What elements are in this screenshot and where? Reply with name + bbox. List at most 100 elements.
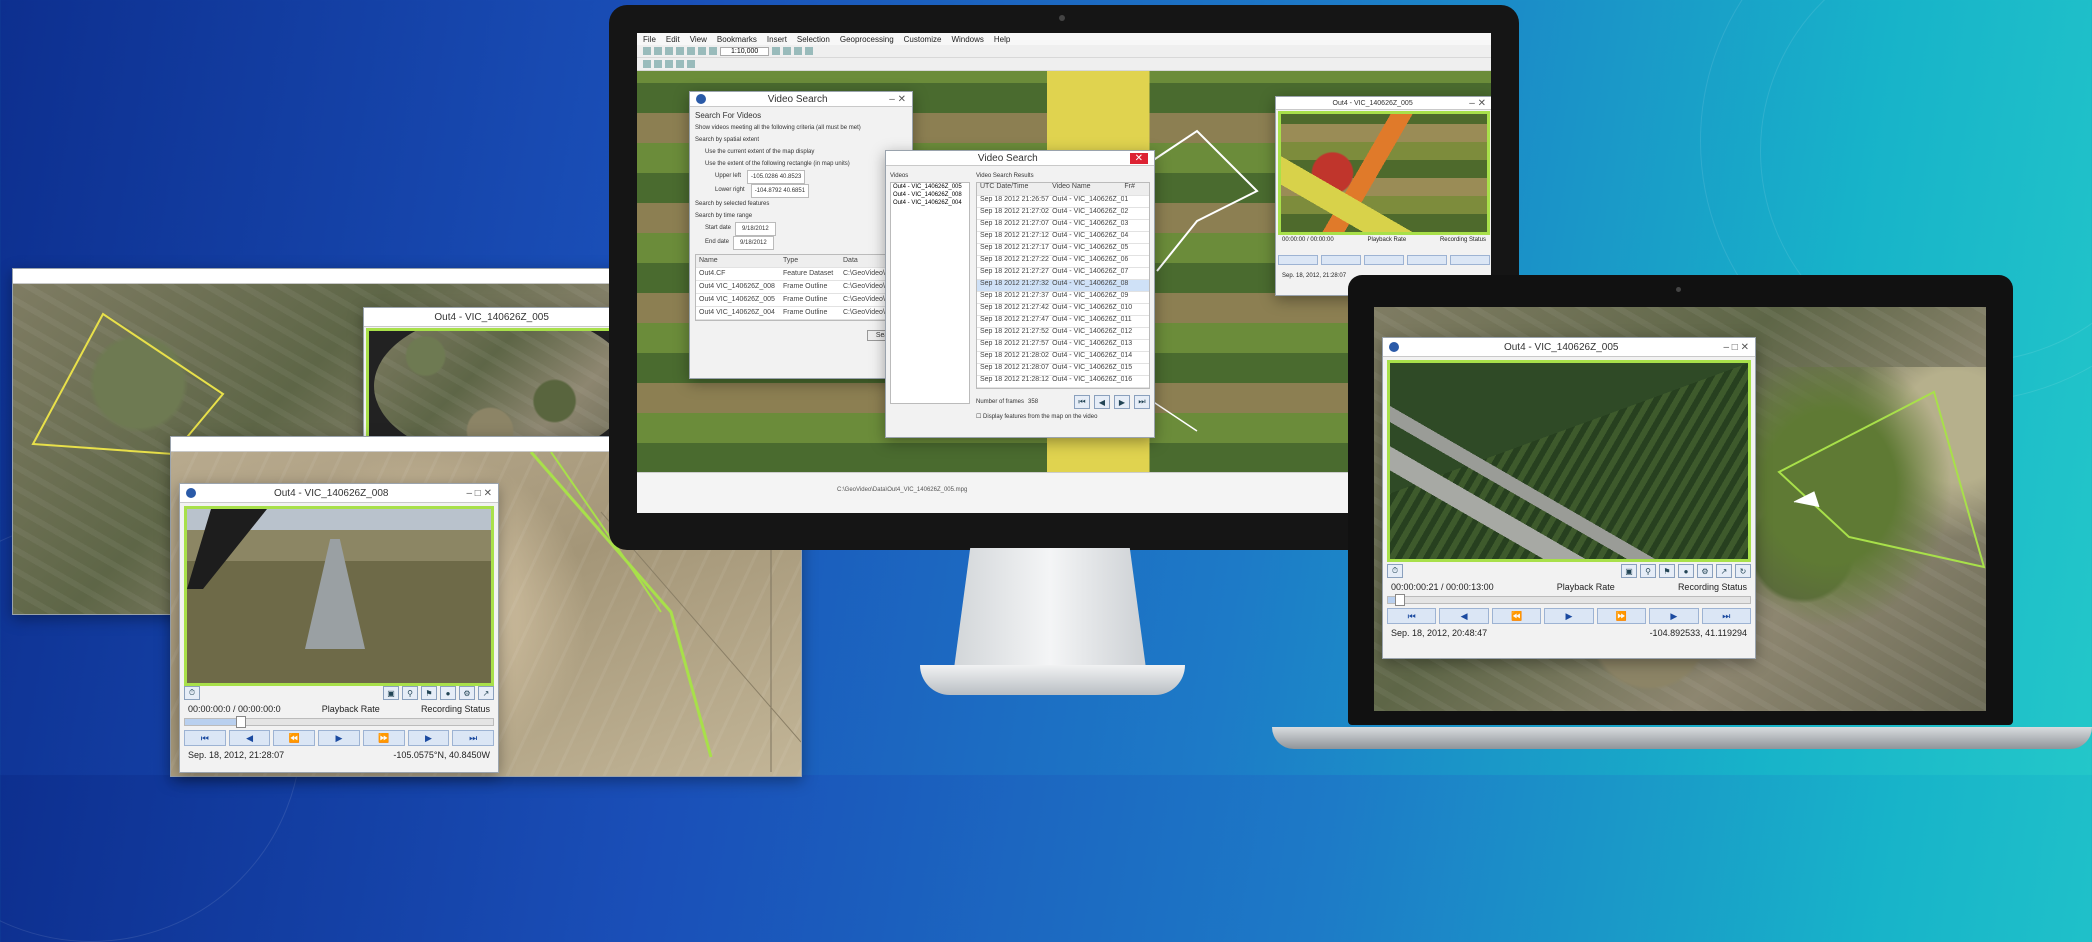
result-row[interactable]: Sep 18 2012 21:27:57 Out4 - VIC_140626Z_0… (977, 340, 1149, 352)
snapshot-icon[interactable]: ▣ (1621, 564, 1637, 578)
playback-rate-label[interactable]: Playback Rate (1557, 582, 1615, 592)
result-row[interactable]: Sep 18 2012 21:27:47 Out4 - VIC_140626Z_0… (977, 316, 1149, 328)
skip-start-button[interactable] (1278, 255, 1318, 265)
result-row[interactable]: Sep 18 2012 21:27:42 Out4 - VIC_140626Z_0… (977, 304, 1149, 316)
video-frame[interactable] (184, 506, 494, 686)
bookmark-icon[interactable]: ⚑ (1659, 564, 1675, 578)
last-page-icon[interactable]: ⏭ (1134, 395, 1150, 409)
step-forward-button[interactable]: ▶ (407, 730, 450, 746)
skip-start-button[interactable]: ⏮ (1387, 608, 1437, 624)
video-frame[interactable] (1278, 111, 1490, 235)
play-button[interactable]: ▶ (1544, 608, 1594, 624)
layers-icon[interactable] (676, 60, 684, 68)
settings-icon[interactable]: ⚙ (459, 686, 475, 700)
menu-item[interactable]: Insert (767, 35, 787, 44)
end-date-field[interactable]: 9/18/2012 (733, 236, 774, 250)
prev-page-icon[interactable]: ◀ (1094, 395, 1110, 409)
playback-rate-label[interactable]: Playback Rate (322, 704, 380, 714)
print-icon[interactable] (665, 47, 673, 55)
zoom-icon[interactable]: ⚲ (402, 686, 418, 700)
copy-icon[interactable] (687, 47, 695, 55)
result-row[interactable]: Sep 18 2012 21:27:12 Out4 - VIC_140626Z_0… (977, 232, 1149, 244)
table-row[interactable]: Out4 VIC_140626Z_008 Frame Outline C:\GeoV… (696, 281, 906, 294)
result-row[interactable]: Sep 18 2012 21:26:57 Out4 - VIC_140626Z_0… (977, 196, 1149, 208)
play-button[interactable] (1364, 255, 1404, 265)
rewind-button[interactable]: ⏪ (273, 730, 316, 746)
option-rectangle[interactable]: Use the extent of the following rectangl… (695, 158, 907, 170)
marker-icon[interactable]: ● (1678, 564, 1694, 578)
column-header[interactable]: Video Name (1052, 183, 1124, 195)
result-row[interactable]: Sep 18 2012 21:28:02 Out4 - VIC_140626Z_0… (977, 352, 1149, 364)
fast-forward-button[interactable] (1407, 255, 1447, 265)
window-controls[interactable]: – □ ✕ (1723, 342, 1749, 353)
find-icon[interactable] (665, 60, 673, 68)
identify-icon[interactable] (805, 47, 814, 55)
window-controls[interactable]: – ✕ (889, 94, 906, 105)
option-spatial-extent[interactable]: Search by spatial extent (695, 134, 907, 146)
next-page-icon[interactable]: ▶ (1114, 395, 1130, 409)
menu-item[interactable]: Help (994, 35, 1010, 44)
zoom-in-icon[interactable] (772, 47, 781, 55)
cut-icon[interactable] (676, 47, 684, 55)
window-controls[interactable]: – ✕ (1469, 98, 1486, 109)
result-row[interactable]: Sep 18 2012 21:28:07 Out4 - VIC_140626Z_0… (977, 364, 1149, 376)
clock-icon[interactable]: ⏱ (1387, 564, 1403, 578)
undo-icon[interactable] (709, 47, 717, 55)
snapshot-icon[interactable]: ▣ (383, 686, 399, 700)
zoom-out-icon[interactable] (783, 47, 792, 55)
marker-icon[interactable]: ● (440, 686, 456, 700)
zoom-icon[interactable]: ⚲ (1640, 564, 1656, 578)
skip-start-button[interactable]: ⏮ (184, 730, 226, 746)
result-row[interactable]: Sep 18 2012 21:27:27 Out4 - VIC_140626Z_0… (977, 268, 1149, 280)
skip-end-button[interactable] (1450, 255, 1490, 265)
export-icon[interactable]: ↗ (478, 686, 494, 700)
close-icon[interactable]: ✕ (1129, 152, 1148, 164)
result-row[interactable]: Sep 18 2012 21:27:37 Out4 - VIC_140626Z_0… (977, 292, 1149, 304)
select-icon[interactable] (643, 60, 651, 68)
table-row[interactable]: Out4 VIC_140626Z_004 Frame Outline C:\GeoV… (696, 307, 906, 320)
skip-end-button[interactable]: ⏭ (452, 730, 495, 746)
result-row[interactable]: Sep 18 2012 21:27:17 Out4 - VIC_140626Z_0… (977, 244, 1149, 256)
menu-item[interactable]: File (643, 35, 656, 44)
save-icon[interactable] (654, 47, 662, 55)
measure-icon[interactable] (654, 60, 662, 68)
option-time-range[interactable]: Search by time range (695, 210, 907, 222)
option-selected-features[interactable]: Search by selected features (695, 198, 907, 210)
menu-item[interactable]: Windows (951, 35, 983, 44)
timeline-slider[interactable] (184, 716, 494, 728)
menu-item[interactable]: View (690, 35, 707, 44)
result-row[interactable]: Sep 18 2012 21:27:07 Out4 - VIC_140626Z_0… (977, 220, 1149, 232)
clock-icon[interactable]: ⏱ (184, 686, 200, 700)
fast-forward-button[interactable]: ⏩ (1596, 608, 1647, 624)
video-list-item[interactable]: Out4 - VIC_140626Z_004 (891, 199, 969, 207)
video-frame[interactable] (1387, 360, 1751, 562)
step-back-button[interactable]: ◀ (1439, 608, 1489, 624)
option-all-criteria[interactable]: Show videos meeting all the following cr… (695, 122, 907, 134)
timeline-slider[interactable] (1387, 594, 1751, 606)
timeline-knob[interactable] (1394, 594, 1405, 606)
table-row[interactable]: Out4 VIC_140626Z_005 Frame Outline C:\GeoV… (696, 294, 906, 307)
bookmark-icon[interactable]: ⚑ (421, 686, 437, 700)
laptop-map[interactable]: Out4 - VIC_140626Z_005 – □ ✕ ⏱ ▣ ⚲ ⚑ ● ⚙… (1374, 307, 1986, 711)
table-row[interactable]: Out4.CF Feature Dataset C:\GeoVideo\... (696, 268, 906, 281)
menu-item[interactable]: Geoprocessing (840, 35, 894, 44)
pan-icon[interactable] (794, 47, 803, 55)
coord-value[interactable]: -104.8792 40.6851 (750, 184, 810, 198)
step-back-button[interactable]: ◀ (228, 730, 271, 746)
export-icon[interactable]: ↗ (1716, 564, 1732, 578)
start-date-field[interactable]: 9/18/2012 (735, 222, 776, 236)
scale-select[interactable]: 1:10,000 (720, 46, 770, 56)
rewind-button[interactable]: ⏪ (1491, 608, 1542, 624)
column-header[interactable]: Fr# (1124, 183, 1146, 195)
result-row[interactable]: Sep 18 2012 21:27:52 Out4 - VIC_140626Z_0… (977, 328, 1149, 340)
settings-icon[interactable]: ⚙ (1697, 564, 1713, 578)
column-header[interactable]: UTC Date/Time (980, 183, 1052, 195)
video-icon[interactable] (687, 60, 695, 68)
result-row[interactable]: Sep 18 2012 21:27:32 Out4 - VIC_140626Z_0… (977, 280, 1149, 292)
result-row[interactable]: Sep 18 2012 21:27:02 Out4 - VIC_140626Z_0… (977, 208, 1149, 220)
video-list-item[interactable]: Out4 - VIC_140626Z_008 (891, 191, 969, 199)
window-controls[interactable]: – □ ✕ (466, 488, 492, 499)
sync-icon[interactable]: ↻ (1735, 564, 1751, 578)
open-icon[interactable] (643, 47, 651, 55)
result-row[interactable]: Sep 18 2012 21:28:12 Out4 - VIC_140626Z_0… (977, 376, 1149, 388)
